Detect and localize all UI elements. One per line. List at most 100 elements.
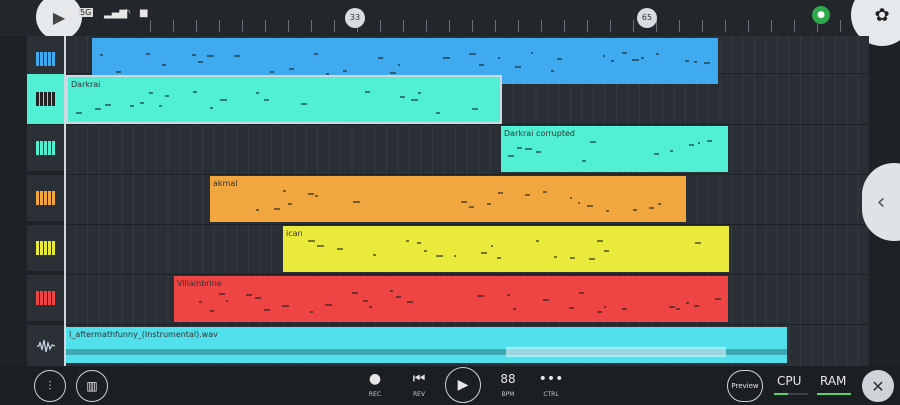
midi-note	[695, 242, 701, 244]
midi-note	[632, 209, 637, 211]
preview-button[interactable]: Preview	[727, 370, 763, 402]
midi-note	[410, 99, 418, 101]
midi-note	[353, 201, 360, 203]
midi-note	[209, 107, 214, 109]
pattern-clip[interactable]: Darkrai corrupted	[501, 126, 728, 172]
track-button[interactable]	[27, 325, 64, 366]
midi-note	[342, 70, 347, 72]
midi-note	[656, 53, 660, 55]
pattern-clip[interactable]: Villainbrine	[174, 276, 728, 322]
midi-note	[325, 304, 332, 306]
ruler-marker[interactable]: 65	[637, 8, 657, 28]
midi-note	[675, 308, 681, 310]
play-button[interactable]: ▶	[445, 367, 481, 403]
midi-note	[487, 203, 492, 205]
midi-note	[589, 258, 595, 260]
midi-note	[507, 155, 515, 157]
playhead[interactable]	[64, 36, 66, 366]
midi-note	[621, 52, 628, 54]
row-divider	[64, 224, 869, 225]
ram-meter-bar	[817, 393, 851, 395]
midi-note	[658, 203, 661, 205]
ruler-marker[interactable]: 33	[345, 8, 365, 28]
row-divider	[64, 124, 869, 125]
midi-note	[397, 64, 400, 66]
mixer-button[interactable]: ⫶	[34, 370, 66, 402]
mic-icon[interactable]: ●	[812, 6, 830, 24]
midi-note	[551, 70, 555, 72]
midi-note	[535, 240, 540, 242]
midi-note	[145, 53, 151, 55]
pattern-clip[interactable]: Darkrai	[66, 75, 502, 124]
midi-note	[309, 311, 314, 313]
midi-note	[697, 142, 700, 144]
menu-button[interactable]: ▶	[36, 0, 82, 40]
piano-roll-button[interactable]: ▥	[76, 370, 108, 402]
ram-meter-label[interactable]: RAM	[820, 374, 846, 388]
midi-note	[684, 60, 690, 62]
midi-note	[553, 256, 557, 258]
midi-note	[351, 292, 358, 294]
track-button-selected[interactable]	[27, 74, 64, 124]
midi-note	[460, 201, 468, 203]
midi-note	[269, 71, 275, 73]
midi-note	[507, 294, 511, 296]
row-divider	[64, 274, 869, 275]
clip-notes	[74, 91, 494, 117]
midi-note	[570, 257, 576, 259]
bottom-toolbar: ⫶ ▥ ● REC ⏮ REV ▶ 88 BPM ••• CTRL Previe…	[0, 366, 900, 405]
piano-roll-icon	[36, 141, 55, 155]
mixer-icon: ⫶	[48, 378, 52, 393]
midi-note	[407, 301, 414, 303]
midi-note	[369, 306, 373, 308]
midi-note	[714, 298, 721, 300]
midi-note	[399, 96, 406, 98]
midi-note	[234, 55, 241, 57]
track-button[interactable]	[27, 125, 64, 171]
midi-note	[536, 151, 542, 153]
midi-note	[281, 305, 289, 307]
bpm-control[interactable]: 88 BPM	[496, 369, 520, 398]
close-icon: ✕	[871, 376, 885, 396]
midi-note	[288, 68, 294, 70]
midi-note	[436, 112, 440, 114]
timeline-ruler[interactable]: ▶ ВЫКЛ 5G ▂▄▆ ◠ ■ 33 65 ● ✿	[0, 0, 900, 46]
track-button[interactable]	[27, 225, 64, 271]
midi-note	[148, 92, 153, 94]
play-icon: ▶	[457, 377, 469, 393]
pattern-clip[interactable]: ican	[283, 226, 729, 272]
track-button[interactable]	[27, 175, 64, 221]
pattern-clip[interactable]: akmal	[210, 176, 686, 222]
record-button[interactable]: ● REC	[365, 369, 385, 398]
cpu-meter-label[interactable]: CPU	[777, 374, 801, 388]
chevron-left-icon: ‹	[876, 189, 886, 215]
ctrl-button[interactable]: ••• CTRL	[538, 369, 564, 398]
piano-roll-icon	[36, 241, 55, 255]
rewind-button[interactable]: ⏮ REV	[409, 369, 429, 398]
ruler-ticks	[150, 20, 850, 32]
midi-note	[363, 300, 368, 302]
midi-note	[225, 300, 229, 302]
midi-note	[336, 248, 343, 250]
midi-note	[442, 57, 450, 59]
midi-note	[606, 210, 610, 212]
track-list	[27, 36, 64, 366]
clip-notes	[180, 290, 722, 316]
midi-note	[542, 299, 550, 301]
midi-note	[479, 64, 484, 66]
midi-note	[164, 95, 170, 97]
midi-note	[654, 153, 659, 155]
midi-note	[94, 108, 102, 110]
close-button[interactable]: ✕	[862, 370, 894, 402]
midi-note	[689, 144, 695, 146]
midi-note	[373, 254, 376, 256]
track-button[interactable]	[27, 275, 64, 321]
midi-note	[596, 311, 602, 313]
midi-note	[417, 92, 421, 94]
midi-note	[417, 242, 421, 244]
audio-clip[interactable]: I_aftermathfunny_(Instrumental).wav	[66, 327, 787, 363]
midi-note	[389, 72, 397, 74]
midi-note	[472, 108, 478, 110]
midi-note	[589, 141, 597, 143]
midi-note	[668, 306, 675, 308]
